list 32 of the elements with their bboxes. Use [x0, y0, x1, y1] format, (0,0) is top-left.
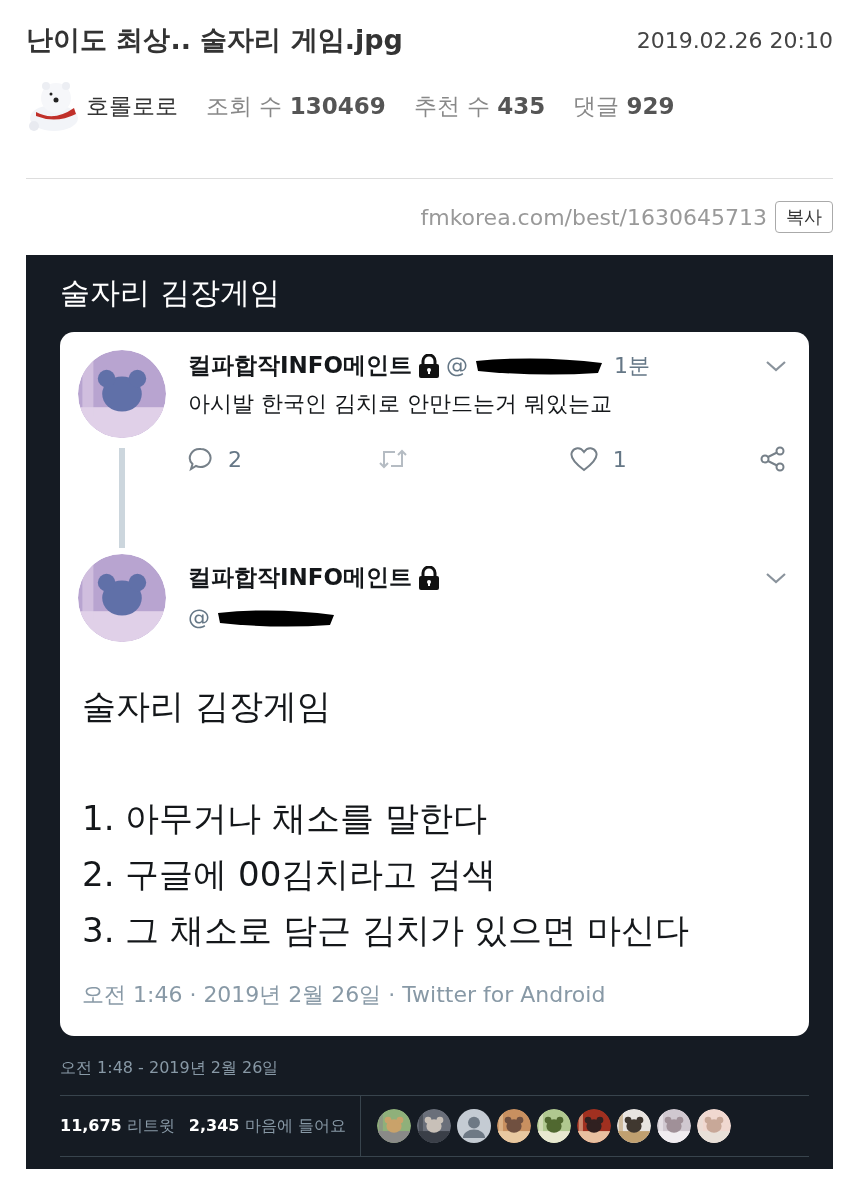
like-count[interactable]: 2,345 마음에 들어요	[188, 1115, 346, 1137]
tweet-time: 1분	[614, 351, 651, 380]
action-count: 2	[228, 446, 242, 472]
heart-icon[interactable]	[568, 446, 599, 472]
author-name[interactable]: 호롤로로	[86, 90, 178, 122]
tweet-title: 술자리 김장게임	[82, 685, 332, 728]
chevron-down-icon[interactable]	[765, 359, 787, 372]
tweet-step: 3. 그 채소로 담근 김치가 있으면 마신다	[82, 902, 787, 958]
lock-icon	[418, 353, 441, 378]
speech-bubble-icon[interactable]	[188, 446, 214, 472]
tweet-handle[interactable]: @	[446, 353, 469, 378]
default-avatar-icon	[456, 1109, 491, 1143]
tweet-date: 오전 1:48 - 2019년 2월 26일	[60, 1058, 280, 1079]
post-title: 난이도 최상.. 술자리 게임.jpg	[26, 23, 403, 57]
tweet-author-name[interactable]: 컬파합작INFO메인트	[188, 350, 413, 381]
post-stat: 추천 수 435	[413, 91, 546, 121]
tweet-handle[interactable]: @	[188, 605, 210, 630]
post-stat: 댓글 929	[573, 91, 675, 121]
post-date: 2019.02.26 20:10	[636, 27, 833, 53]
tweet-meta: 오전 1:46 · 2019년 2월 26일 · Twitter for Android	[82, 981, 607, 1009]
image-heading: 술자리 김장게임	[60, 274, 281, 312]
retweet-count[interactable]: 11,675 리트윗	[60, 1115, 175, 1137]
tweet-step: 1. 아무거나 채소를 말한다	[82, 790, 787, 846]
tweet-text: 아시발 한국인 김치로 안만드는거 뭐있는교	[188, 390, 613, 418]
tweet-author-name[interactable]: 컬파합작INFO메인트	[188, 562, 413, 593]
copy-button[interactable]: 복사	[775, 201, 833, 233]
action-count: 1	[612, 446, 627, 472]
chevron-down-icon[interactable]	[765, 571, 787, 584]
tweet-step: 2. 구글에 00김치라고 검색	[82, 846, 787, 902]
post-stat: 조회 수 130469	[206, 91, 386, 121]
lock-icon	[418, 565, 441, 590]
share-icon[interactable]	[759, 445, 787, 473]
